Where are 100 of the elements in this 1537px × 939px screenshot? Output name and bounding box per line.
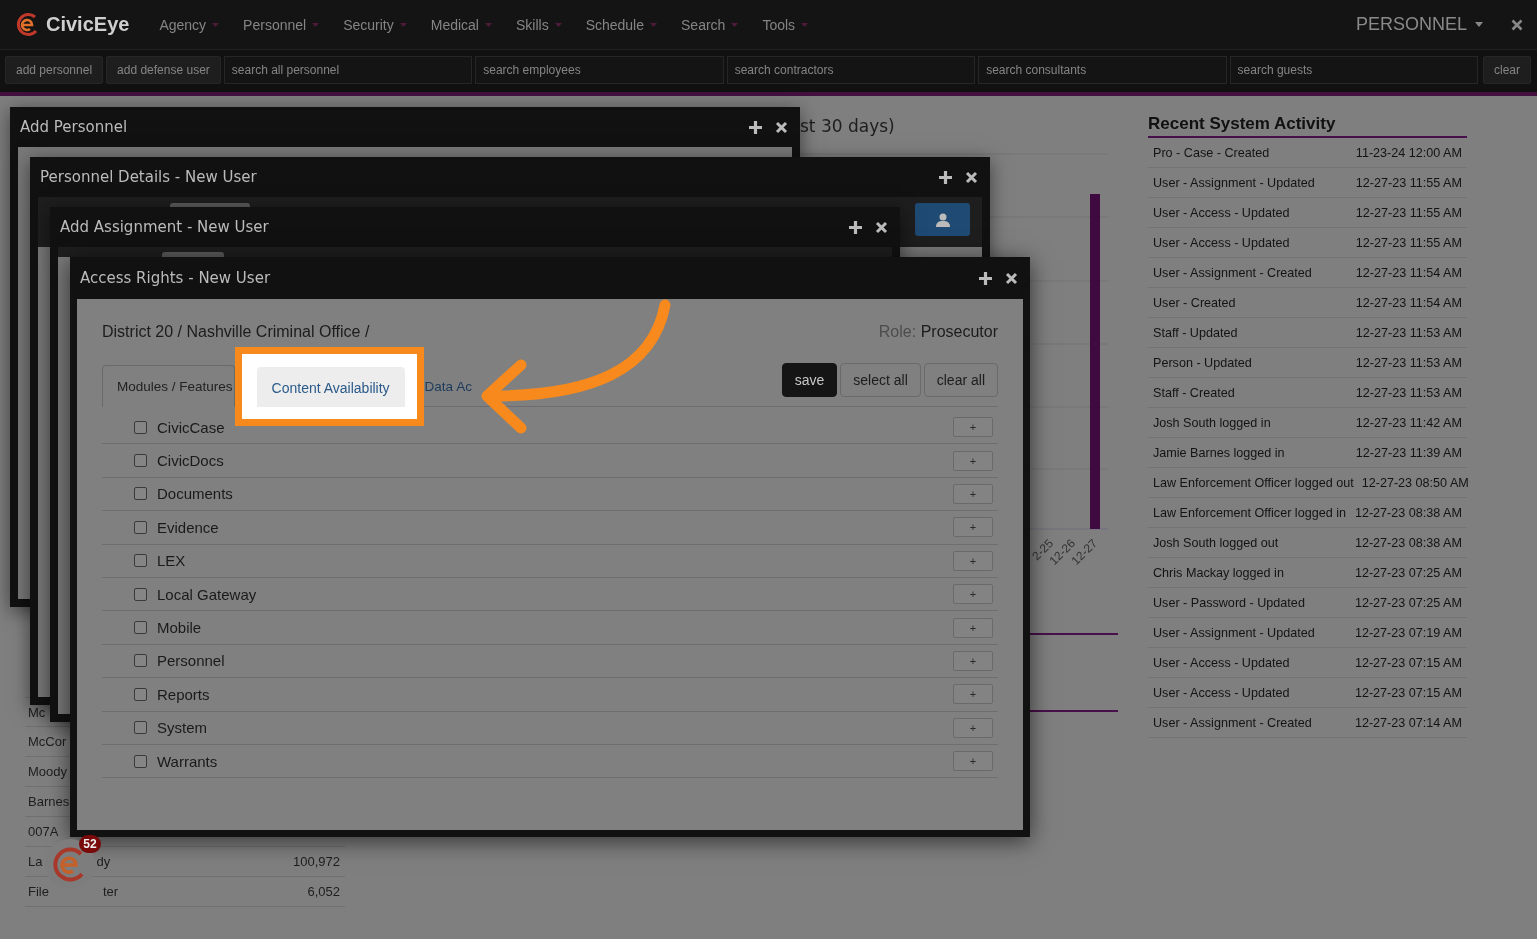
expand-button[interactable]: + (953, 717, 993, 738)
window-title: Personnel Details - New User (40, 168, 258, 186)
search-field[interactable]: search guests (1229, 56, 1478, 84)
checkbox[interactable] (134, 621, 147, 635)
activity-time: 11-23-24 12:00 AM (1355, 145, 1462, 160)
module-label: Documents (157, 485, 233, 503)
window-title: Access Rights - New User (80, 269, 272, 287)
table-cell: 6,052 (307, 884, 340, 899)
menu-item[interactable]: Skills (507, 16, 578, 33)
expand-button[interactable]: + (953, 650, 993, 671)
action-button[interactable]: clear all (923, 363, 998, 397)
activity-event: Chris Mackay logged in (1153, 565, 1284, 580)
activity-event: User - Created (1153, 295, 1236, 310)
checkbox[interactable] (134, 520, 147, 534)
menu-item[interactable]: Agency (151, 16, 236, 33)
expand-button[interactable]: + (953, 550, 993, 571)
expand-button[interactable]: + (953, 450, 993, 471)
checkbox[interactable] (134, 654, 147, 668)
plus-icon[interactable] (978, 270, 993, 286)
window-title: Add Personnel (20, 118, 129, 136)
expand-button[interactable]: + (953, 684, 993, 705)
module-label: Evidence (157, 518, 219, 536)
tab[interactable]: Modules / Features (102, 365, 235, 407)
checkbox[interactable] (134, 487, 147, 501)
caret-icon (399, 22, 407, 27)
action-button[interactable]: select all (840, 363, 921, 397)
menu-item[interactable]: Schedule (577, 16, 674, 33)
module-label: CivicCase (157, 418, 225, 436)
expand-button[interactable]: + (953, 483, 993, 504)
window-title: Add Assignment - New User (60, 218, 270, 236)
activity-time: 12-27-23 07:15 AM (1354, 655, 1462, 670)
checkbox[interactable] (134, 754, 147, 768)
notification-badge: 52 (79, 835, 101, 853)
plus-icon[interactable] (938, 169, 953, 185)
user-button[interactable] (915, 203, 970, 236)
activity-time: 12-27-23 07:14 AM (1354, 715, 1462, 730)
breadcrumb: District 20 / Nashville Criminal Office / (102, 323, 370, 341)
tab[interactable]: Content Availability (256, 367, 405, 407)
clear-button[interactable]: clear (1483, 56, 1531, 84)
menu-item[interactable]: Medical (422, 16, 508, 33)
checkbox[interactable] (134, 687, 147, 701)
toolbar-button[interactable]: add defense user (106, 56, 221, 84)
module-label: Reports (157, 685, 210, 703)
close-icon[interactable] (965, 170, 978, 184)
checkbox[interactable] (134, 420, 147, 434)
activity-time: 12-27-23 11:54 AM (1355, 295, 1462, 310)
activity-time: 12-27-23 11:55 AM (1355, 175, 1462, 190)
close-icon[interactable] (1005, 271, 1018, 285)
menu-item[interactable]: Security (335, 16, 423, 33)
activity-event: Josh South logged out (1153, 535, 1279, 550)
chart-title: st 30 days) (800, 116, 895, 136)
activity-time: 12-27-23 11:53 AM (1355, 325, 1462, 340)
checkbox[interactable] (134, 554, 147, 568)
expand-button[interactable]: + (953, 584, 993, 605)
activity-event: Staff - Updated (1153, 325, 1238, 340)
brand-name: CivicEye (46, 13, 130, 36)
search-field[interactable]: search contractors (726, 56, 976, 84)
table-cell: McCor (28, 734, 67, 749)
menu-item[interactable]: Tools (754, 16, 825, 33)
search-field[interactable]: search consultants (978, 56, 1227, 84)
activity-event: Jamie Barnes logged in (1153, 445, 1285, 460)
toolbar-button[interactable]: add personnel (5, 56, 104, 84)
menu-item[interactable]: Search (673, 16, 755, 33)
checkbox[interactable] (134, 587, 147, 601)
context-menu[interactable]: PERSONNEL (1349, 13, 1489, 36)
checkbox[interactable] (134, 721, 147, 735)
module-label: Mobile (157, 619, 202, 637)
activity-event: Law Enforcement Officer logged in (1153, 505, 1346, 520)
plus-icon[interactable] (748, 119, 763, 135)
expand-button[interactable]: + (953, 751, 993, 772)
caret-icon (731, 22, 739, 27)
search-field[interactable]: search all personnel (223, 56, 473, 84)
close-icon[interactable] (875, 220, 888, 234)
module-label: Personnel (157, 652, 225, 670)
expand-button[interactable]: + (953, 517, 993, 538)
search-field[interactable]: search employees (475, 56, 724, 84)
close-icon[interactable] (1511, 18, 1523, 31)
panel-title: Recent System Activity (1148, 114, 1467, 138)
checkbox[interactable] (134, 454, 147, 468)
menu-item[interactable]: Personnel (235, 16, 336, 33)
tab[interactable]: Data Ac (423, 365, 473, 406)
module-label: CivicDocs (157, 452, 224, 470)
activity-event: User - Assignment - Created (1153, 265, 1312, 280)
plus-icon[interactable] (848, 219, 863, 235)
activity-event: User - Password - Updated (1153, 595, 1305, 610)
save-button[interactable]: save (781, 363, 838, 397)
activity-time: 12-27-23 11:42 AM (1355, 415, 1462, 430)
activity-time: 12-27-23 11:54 AM (1355, 265, 1462, 280)
expand-button[interactable]: + (953, 417, 993, 438)
table-cell: La (28, 854, 43, 869)
activity-event: Josh South logged in (1153, 415, 1271, 430)
expand-button[interactable]: + (953, 617, 993, 638)
activity-time: 12-27-23 07:19 AM (1354, 625, 1462, 640)
close-icon[interactable] (775, 120, 788, 134)
activity-event: Staff - Created (1153, 385, 1235, 400)
logo-icon (15, 12, 40, 37)
activity-time: 12-27-23 11:55 AM (1355, 235, 1462, 250)
activity-event: User - Access - Updated (1153, 235, 1290, 250)
activity-time: 12-27-23 08:38 AM (1354, 535, 1462, 550)
table-cell: ter (102, 884, 119, 899)
